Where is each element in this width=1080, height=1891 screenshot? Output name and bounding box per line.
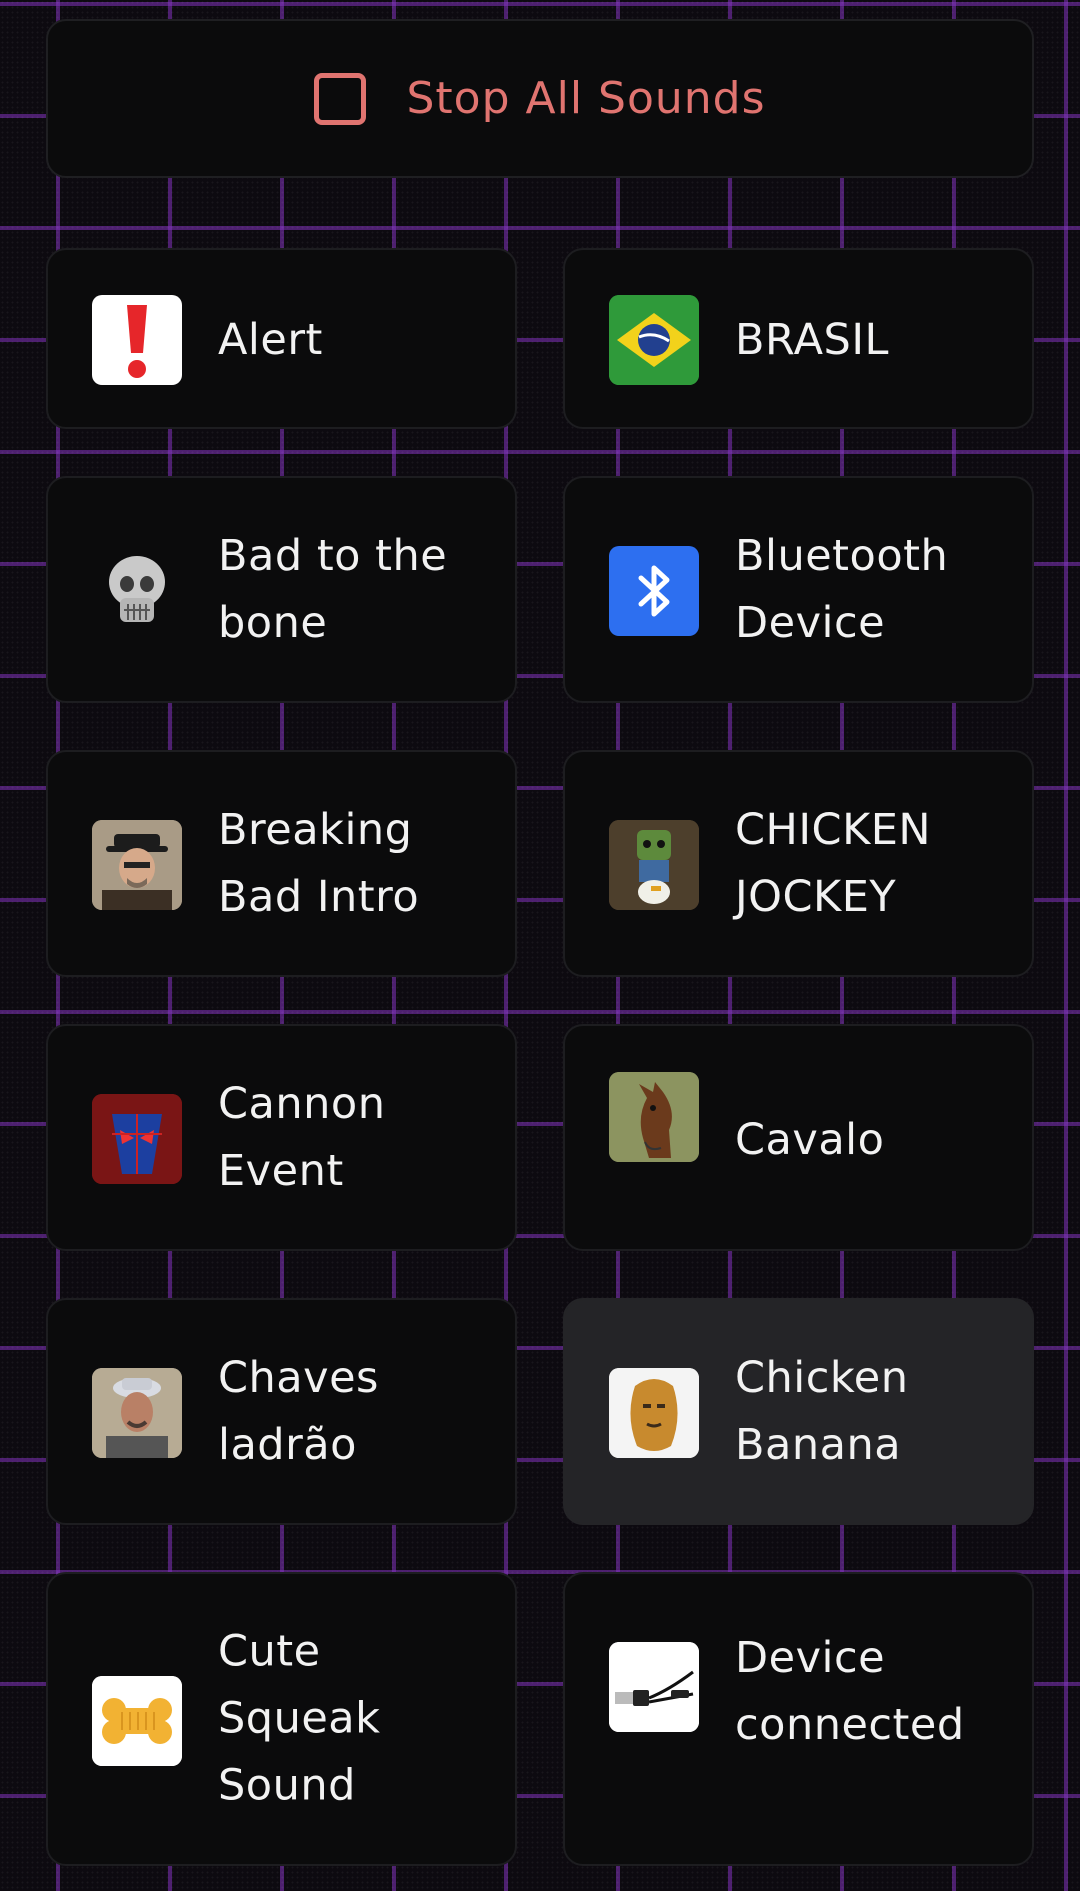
sound-label: Chaves ladrão [218, 1352, 379, 1470]
exclamation-icon [92, 295, 182, 385]
stop-all-sounds-label: Stop All Sounds [406, 73, 766, 124]
stop-all-sounds-button[interactable]: Stop All Sounds [46, 19, 1034, 178]
usb-cable-icon [609, 1642, 699, 1732]
sound-button-chaves-ladrao[interactable]: Chaves ladrão [46, 1298, 517, 1525]
sound-button-bluetooth-device[interactable]: Bluetooth Device [563, 476, 1034, 703]
sound-button-chicken-jockey[interactable]: CHICKEN JOCKEY [563, 750, 1034, 977]
spiderman-icon [92, 1094, 182, 1184]
sound-label: CHICKEN JOCKEY [735, 804, 932, 922]
sound-label: Bad to the bone [218, 530, 448, 648]
zombie-chicken-icon [609, 820, 699, 910]
sound-button-brasil[interactable]: BRASIL [563, 248, 1034, 429]
heisenberg-photo-icon [92, 820, 182, 910]
dog-bone-toy-icon [92, 1676, 182, 1766]
sound-button-alert[interactable]: Alert [46, 248, 517, 429]
stop-square-icon [314, 72, 367, 125]
sound-label: Bluetooth Device [735, 530, 949, 648]
sound-label: Cute Squeak Sound [218, 1626, 381, 1811]
sound-label: Alert [218, 315, 323, 365]
sound-button-cavalo[interactable]: Cavalo [563, 1024, 1034, 1251]
horse-photo-icon [609, 1072, 699, 1162]
chicken-nugget-face-icon [609, 1368, 699, 1458]
sound-button-cannon-event[interactable]: Cannon Event [46, 1024, 517, 1251]
sound-label: Device connected [735, 1633, 965, 1750]
sound-label: BRASIL [735, 315, 889, 365]
bluetooth-icon [609, 546, 699, 636]
sound-label: Breaking Bad Intro [218, 804, 420, 922]
sound-button-breaking-bad-intro[interactable]: Breaking Bad Intro [46, 750, 517, 977]
sound-button-cute-squeak-sound[interactable]: Cute Squeak Sound [46, 1572, 517, 1866]
skull-icon [92, 546, 182, 636]
sound-button-bad-to-the-bone[interactable]: Bad to the bone [46, 476, 517, 703]
sound-button-device-connected[interactable]: Device connected [563, 1572, 1034, 1866]
sound-label: Cavalo [735, 1115, 885, 1165]
brazil-flag-icon [609, 295, 699, 385]
sound-label: Chicken Banana [735, 1352, 909, 1470]
man-with-hat-photo-icon [92, 1368, 182, 1458]
sound-button-chicken-banana[interactable]: Chicken Banana [563, 1298, 1034, 1525]
sound-label: Cannon Event [218, 1078, 386, 1196]
